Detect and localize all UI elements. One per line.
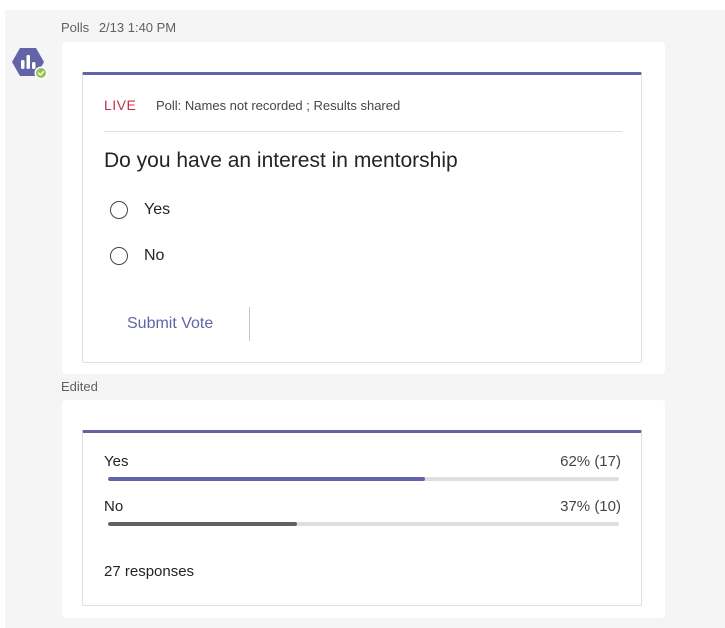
result-value: 62% (17): [560, 453, 621, 470]
message-header: Polls 2/13 1:40 PM: [61, 20, 176, 35]
divider: [104, 131, 622, 132]
poll-card: LIVE Poll: Names not recorded ; Results …: [82, 72, 642, 363]
results-card: Yes 62% (17) No 37% (10) 27 responses: [82, 430, 642, 606]
results-message: Yes 62% (17) No 37% (10) 27 responses: [62, 400, 665, 618]
option-label: Yes: [144, 201, 171, 218]
poll-question: Do you have an interest in mentorship: [104, 149, 458, 172]
edited-label: Edited: [61, 379, 98, 394]
submit-vote-button[interactable]: Submit Vote: [127, 315, 213, 333]
radio-button-icon[interactable]: [110, 201, 128, 219]
button-divider: [249, 307, 250, 341]
result-row-yes: Yes 62% (17): [104, 453, 621, 483]
result-bar-fill: [108, 477, 425, 481]
live-badge: LIVE: [104, 97, 137, 113]
result-bar-track: [108, 477, 619, 481]
result-bar-track: [108, 522, 619, 526]
message-timestamp: 2/13 1:40 PM: [98, 20, 177, 35]
response-count: 27 responses: [104, 563, 195, 580]
result-label: Yes: [104, 453, 129, 470]
radio-button-icon[interactable]: [110, 247, 128, 265]
polls-bot-avatar[interactable]: [10, 46, 54, 86]
result-row-no: No 37% (10): [104, 498, 621, 528]
option-no[interactable]: No: [110, 247, 164, 265]
result-label: No: [104, 498, 124, 515]
sender-name[interactable]: Polls: [61, 20, 89, 35]
result-bar-fill: [108, 522, 298, 526]
poll-settings-text: Poll: Names not recorded ; Results share…: [155, 98, 401, 113]
option-label: No: [144, 247, 165, 264]
available-status-icon: [36, 68, 46, 78]
polls-bot-icon: [12, 48, 48, 80]
poll-message: LIVE Poll: Names not recorded ; Results …: [62, 42, 665, 374]
result-value: 37% (10): [560, 498, 621, 515]
option-yes[interactable]: Yes: [110, 201, 170, 219]
poll-status-row: LIVE Poll: Names not recorded ; Results …: [104, 97, 400, 113]
